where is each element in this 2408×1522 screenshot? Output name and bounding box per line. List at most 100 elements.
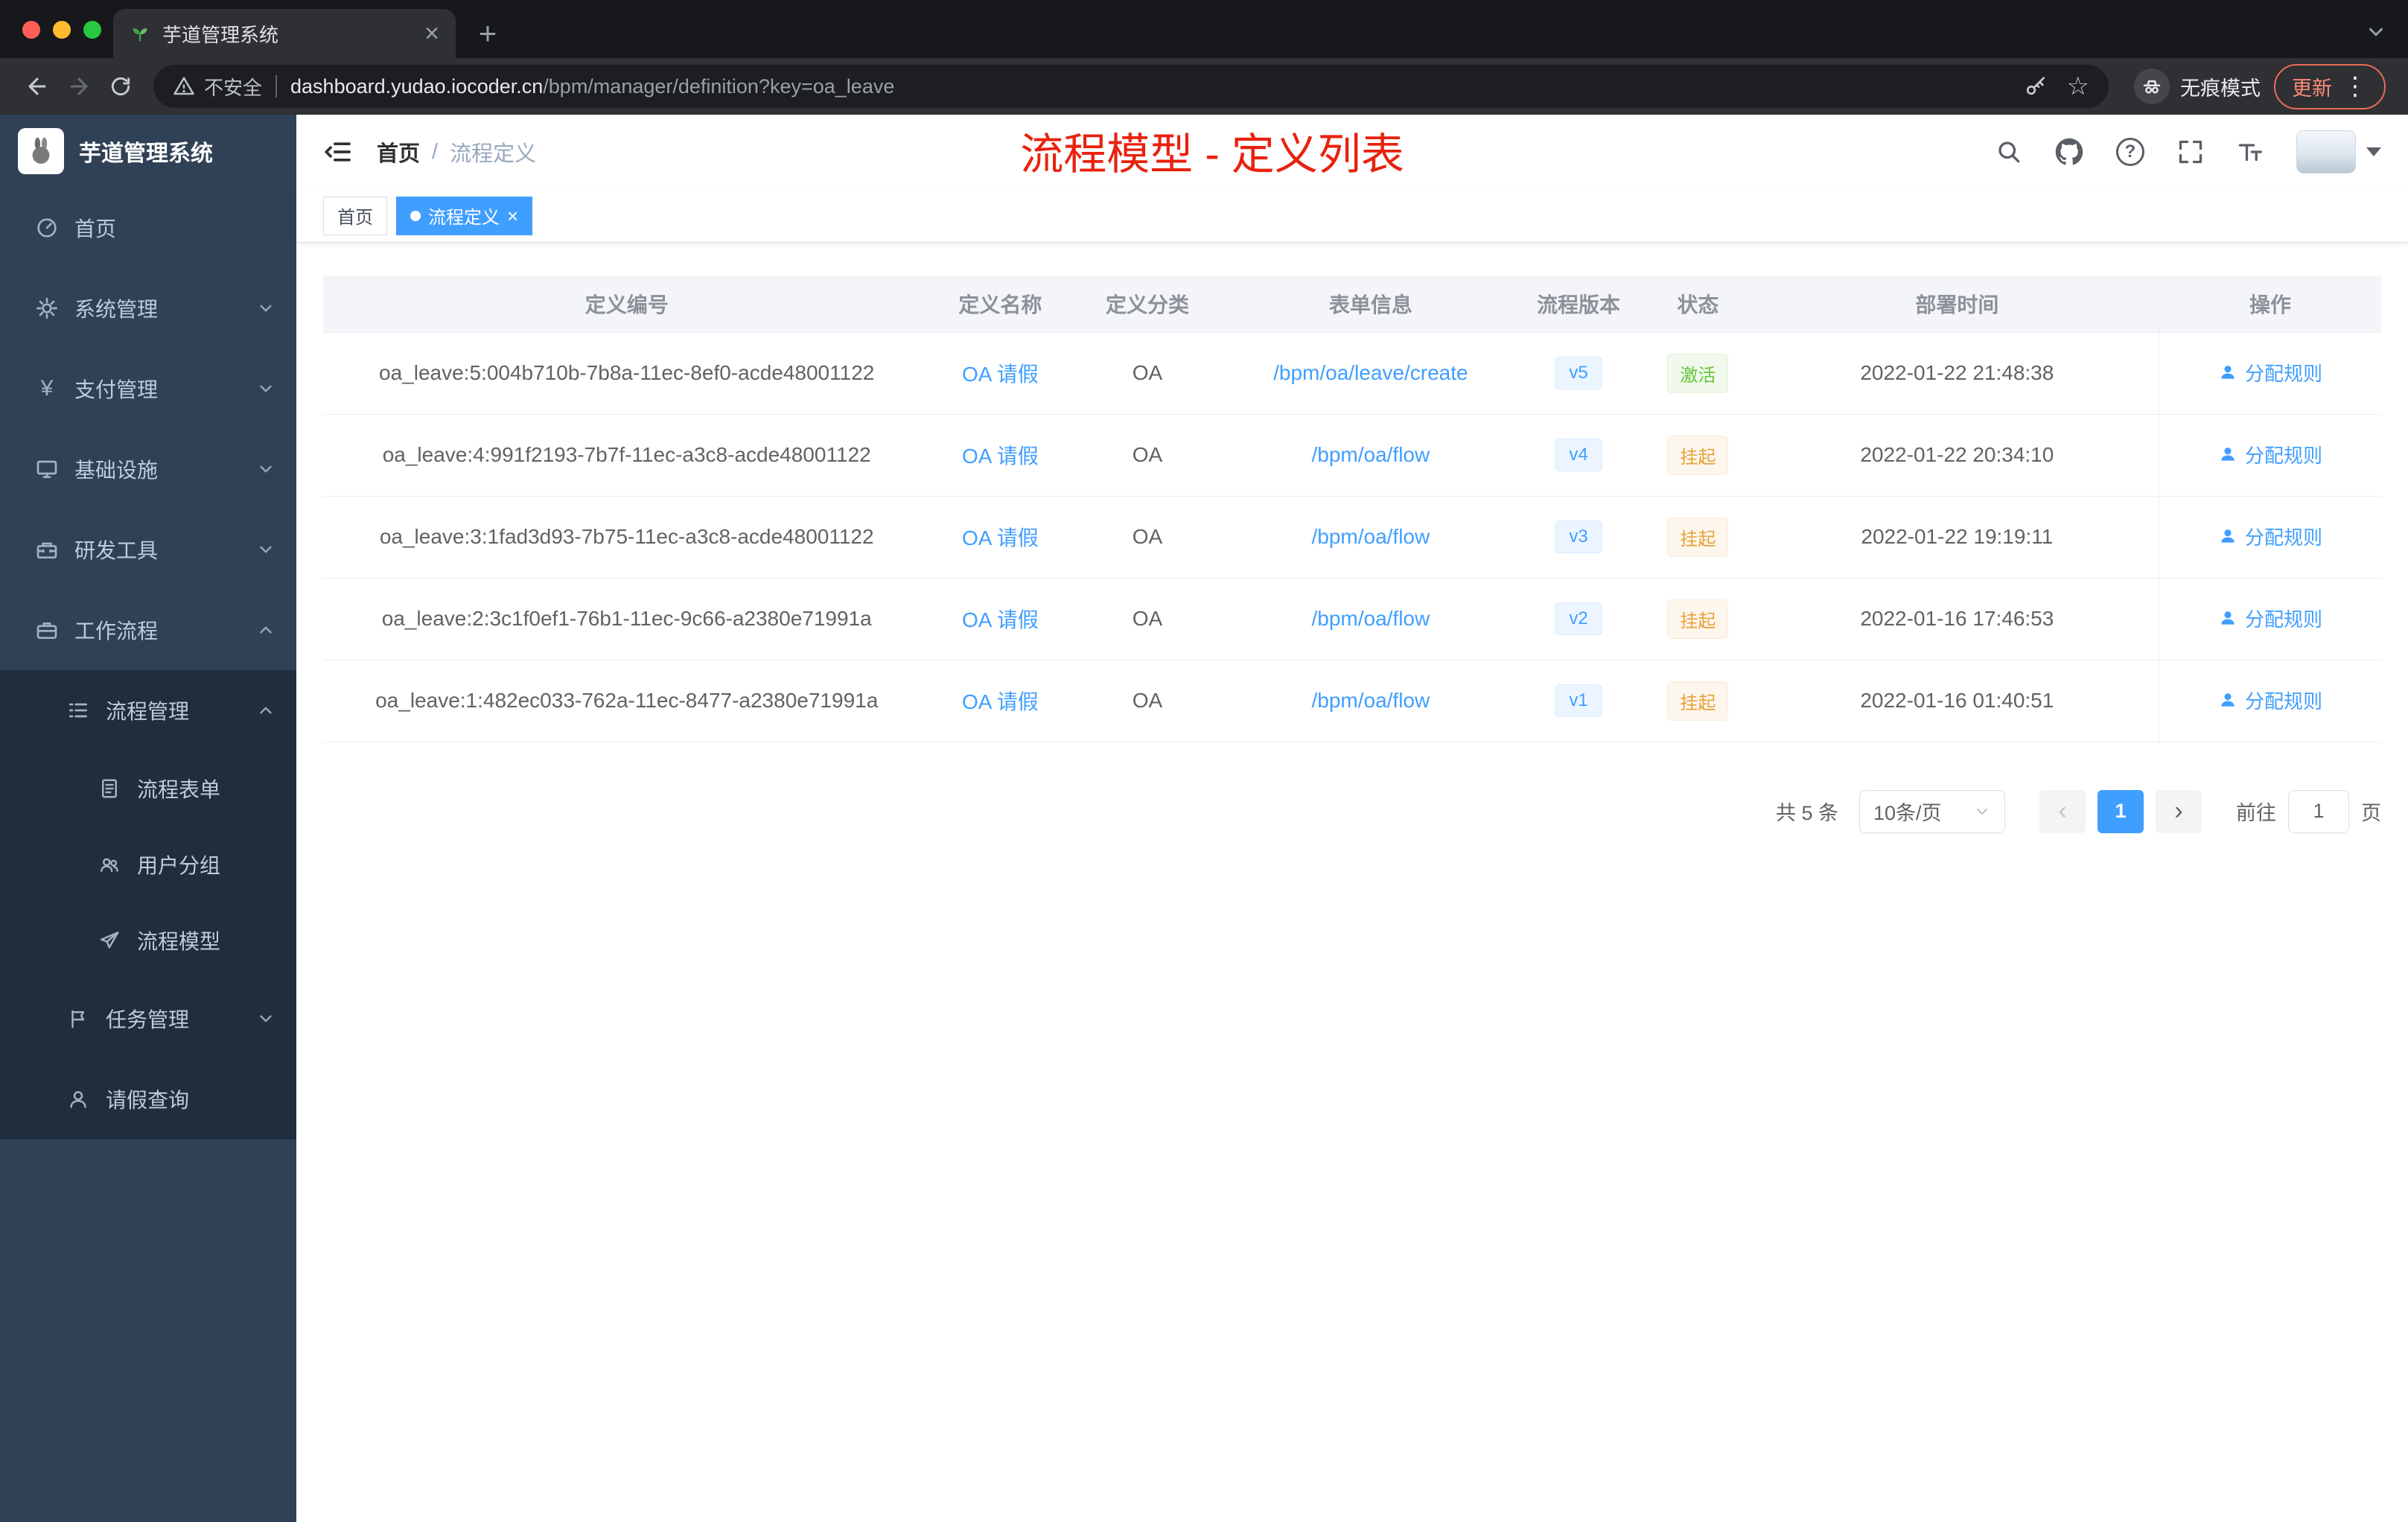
sidebar-item-task-mgmt[interactable]: 任务管理 — [0, 978, 296, 1059]
chevron-up-icon — [256, 620, 275, 640]
definition-name-link[interactable]: OA 请假 — [962, 608, 1039, 631]
search-icon[interactable] — [1995, 138, 2022, 165]
col-status: 状态 — [1640, 276, 1756, 333]
user-avatar-menu[interactable] — [2296, 130, 2381, 173]
sidebar-item-leave-query[interactable]: 请假查询 — [0, 1059, 296, 1139]
form-link[interactable]: /bpm/oa/flow — [1311, 443, 1430, 466]
sidebar-item-process-mgmt[interactable]: 流程管理 — [0, 670, 296, 751]
page-size-select[interactable]: 10条/页 — [1859, 789, 2005, 833]
form-link[interactable]: /bpm/oa/flow — [1311, 689, 1430, 712]
sidebar-item-label: 流程模型 — [137, 930, 221, 953]
assign-rule-label: 分配规则 — [2244, 444, 2322, 467]
form-link[interactable]: /bpm/oa/flow — [1311, 525, 1430, 548]
sidebar-item-payment[interactable]: ¥ 支付管理 — [0, 348, 296, 429]
bookmark-star-icon[interactable]: ☆ — [2067, 71, 2089, 101]
browser-tab-strip: 芋道管理系统 × + — [0, 0, 2408, 58]
window-maximize-button[interactable] — [83, 21, 101, 39]
sidebar-item-label: 首页 — [74, 217, 117, 241]
definition-name-link[interactable]: OA 请假 — [962, 526, 1039, 550]
reload-button[interactable] — [100, 66, 141, 107]
sidebar-item-user-group[interactable]: 用户分组 — [0, 827, 296, 902]
tag-process-definition[interactable]: 流程定义 × — [396, 196, 533, 235]
app-logo-row[interactable]: 芋道管理系统 — [0, 115, 296, 188]
assign-rule-button[interactable]: 分配规则 — [2218, 687, 2322, 714]
prev-page-button[interactable]: ‹ — [2039, 789, 2086, 833]
yen-icon: ¥ — [40, 376, 54, 401]
form-link[interactable]: /bpm/oa/flow — [1311, 607, 1430, 630]
col-definition-category: 定义分类 — [1070, 276, 1225, 333]
sidebar-item-workflow[interactable]: 工作流程 — [0, 590, 296, 670]
table-row: oa_leave:4:991f2193-7b7f-11ec-a3c8-acde4… — [323, 414, 2381, 497]
version-tag: v4 — [1555, 439, 1602, 471]
update-label: 更新 — [2292, 77, 2332, 100]
pagination: 共 5 条 10条/页 ‹ 1 › 前往 页 — [323, 789, 2381, 833]
assign-rule-button[interactable]: 分配规则 — [2218, 523, 2322, 550]
sidebar-item-process-form[interactable]: 流程表单 — [0, 751, 296, 827]
col-definition-name: 定义名称 — [930, 276, 1071, 333]
cell-definition-id: oa_leave:5:004b710b-7b8a-11ec-8ef0-acde4… — [323, 332, 931, 415]
status-badge: 挂起 — [1667, 599, 1729, 639]
definition-name-link[interactable]: OA 请假 — [962, 690, 1039, 713]
assign-rule-label: 分配规则 — [2244, 526, 2322, 549]
sidebar: 芋道管理系统 首页 系统管理 ¥ 支付管理 基础设施 研发工具 工作流程 流程管… — [0, 115, 296, 1522]
forward-button[interactable] — [58, 66, 100, 107]
window-minimize-button[interactable] — [53, 21, 71, 39]
cell-definition-id: oa_leave:3:1fad3d93-7b75-11ec-a3c8-acde4… — [323, 496, 931, 579]
sidebar-item-home[interactable]: 首页 — [0, 188, 296, 268]
new-tab-button[interactable]: + — [468, 13, 508, 54]
assign-rule-label: 分配规则 — [2244, 690, 2322, 713]
browser-menu-kebab-icon[interactable]: ⋮ — [2342, 74, 2368, 99]
tag-label: 首页 — [337, 208, 373, 228]
browser-update-button[interactable]: 更新 ⋮ — [2274, 63, 2386, 109]
breadcrumb-home[interactable]: 首页 — [377, 136, 420, 168]
assign-rule-button[interactable]: 分配规则 — [2218, 359, 2322, 386]
tag-close-icon[interactable]: × — [507, 206, 518, 226]
breadcrumb-current: 流程定义 — [450, 142, 537, 166]
back-button[interactable] — [16, 66, 58, 107]
form-link[interactable]: /bpm/oa/leave/create — [1273, 361, 1468, 384]
assign-rule-button[interactable]: 分配规则 — [2218, 441, 2322, 468]
chevron-down-icon — [256, 540, 275, 559]
page-number-1[interactable]: 1 — [2098, 789, 2144, 833]
sidebar-item-label: 研发工具 — [74, 539, 159, 562]
definition-name-link[interactable]: OA 请假 — [962, 445, 1039, 468]
sidebar-item-system[interactable]: 系统管理 — [0, 268, 296, 348]
col-process-version: 流程版本 — [1517, 276, 1640, 333]
help-icon[interactable]: ? — [2116, 138, 2144, 166]
tag-home[interactable]: 首页 — [323, 196, 387, 235]
key-icon[interactable] — [2024, 74, 2048, 98]
tab-search-chevron-icon[interactable] — [2365, 21, 2387, 43]
browser-tab[interactable]: 芋道管理系统 × — [113, 9, 456, 58]
font-size-icon[interactable] — [2237, 138, 2264, 165]
github-icon[interactable] — [2055, 138, 2083, 166]
sidebar-item-label: 用户分组 — [137, 854, 221, 877]
hamburger-icon[interactable] — [323, 137, 353, 167]
definition-name-link[interactable]: OA 请假 — [962, 363, 1039, 386]
cell-deploy-time: 2022-01-22 20:34:10 — [1755, 414, 2159, 497]
status-badge: 挂起 — [1667, 517, 1729, 557]
sidebar-item-infra[interactable]: 基础设施 — [0, 429, 296, 509]
next-page-button[interactable]: › — [2156, 789, 2202, 833]
address-bar[interactable]: 不安全 dashboard.yudao.iocoder.cn /bpm/mana… — [153, 65, 2109, 108]
tab-close-icon[interactable]: × — [424, 21, 439, 46]
sidebar-item-process-model[interactable]: 流程模型 — [0, 902, 296, 978]
assign-rule-button[interactable]: 分配规则 — [2218, 605, 2322, 632]
paper-plane-icon — [97, 928, 122, 953]
list-icon — [66, 698, 91, 723]
flag-icon — [66, 1006, 91, 1031]
sidebar-item-devtools[interactable]: 研发工具 — [0, 509, 296, 590]
col-form-info: 表单信息 — [1224, 276, 1517, 333]
incognito-label: 无痕模式 — [2180, 77, 2261, 100]
url-host: dashboard.yudao.iocoder.cn — [290, 74, 544, 98]
toolbox-icon — [34, 537, 60, 562]
dashboard-icon — [34, 215, 60, 241]
incognito-icon — [2134, 69, 2170, 104]
fullscreen-icon[interactable] — [2177, 138, 2204, 165]
assign-rule-label: 分配规则 — [2244, 362, 2322, 385]
table-row: oa_leave:1:482ec033-762a-11ec-8477-a2380… — [323, 660, 2381, 742]
window-close-button[interactable] — [22, 21, 40, 39]
not-secure-warning-icon — [173, 75, 195, 98]
url-path: /bpm/manager/definition?key=oa_leave — [543, 74, 895, 98]
sidebar-item-label: 工作流程 — [74, 620, 159, 643]
goto-page-input[interactable] — [2288, 789, 2349, 833]
